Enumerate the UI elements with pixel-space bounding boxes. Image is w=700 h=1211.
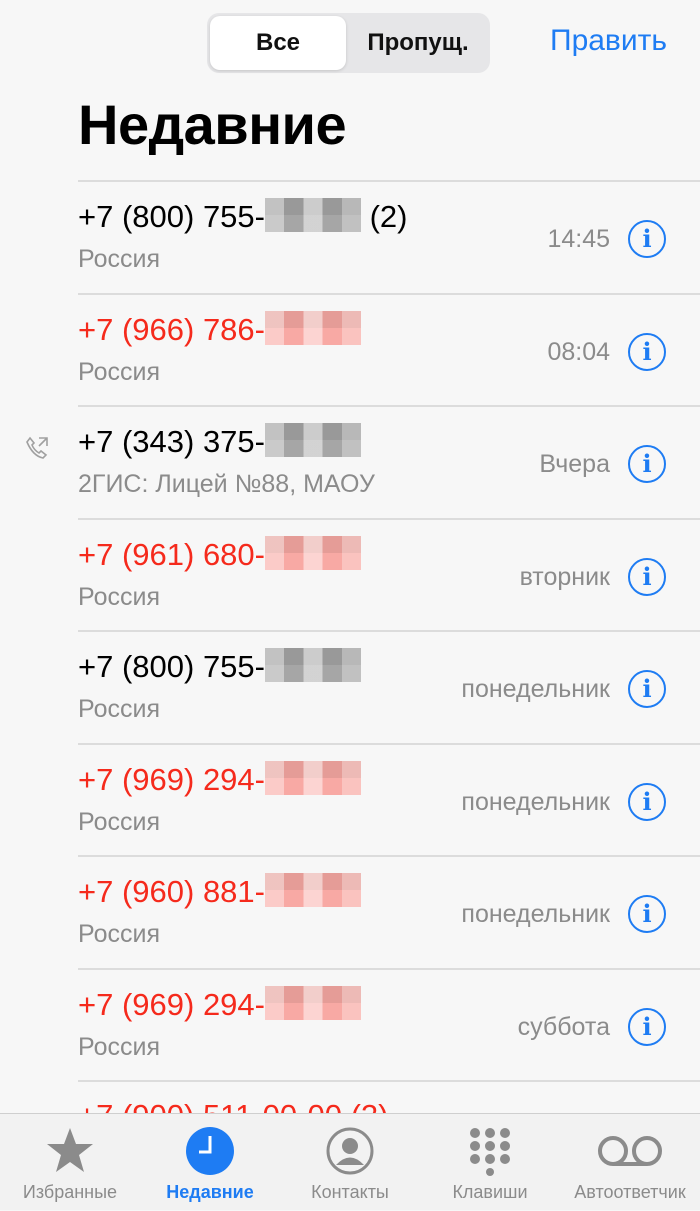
call-count: (2)	[369, 199, 408, 234]
table-row[interactable]: +7 (800) 755- (2) Россия 14:45 i	[0, 180, 700, 293]
outgoing-call-icon	[26, 436, 48, 459]
info-icon[interactable]: i	[628, 895, 666, 933]
table-row[interactable]: +7 (969) 294- Россия суббота i	[0, 967, 700, 1081]
call-sublabel: 2ГИС: Лицей №88, МАОУ	[78, 470, 375, 498]
call-number: +7 (966) 786-	[78, 310, 361, 348]
call-number: +7 (960) 881-	[78, 873, 361, 910]
info-icon[interactable]: i	[628, 220, 666, 258]
call-number: +7 (961) 680-	[78, 535, 361, 573]
call-time: понедельник	[461, 900, 610, 928]
info-icon[interactable]: i	[628, 557, 666, 596]
call-number-prefix: +7 (343) 375-	[78, 424, 265, 459]
call-time: 08:04	[547, 337, 610, 366]
table-row[interactable]: +7 (969) 294- Россия понедельник i	[0, 742, 700, 856]
call-number: +7 (800) 755-	[78, 648, 361, 685]
tab-contacts[interactable]: Контакты	[280, 1114, 420, 1211]
tab-favorites[interactable]: Избранные	[0, 1114, 140, 1211]
recents-list: +7 (800) 755- (2) Россия 14:45 i +7 (966) 78…	[0, 180, 700, 1120]
call-sublabel: Россия	[78, 1032, 160, 1061]
redacted-digits	[264, 648, 361, 682]
segment-all[interactable]: Все	[210, 16, 346, 70]
call-number-prefix: +7 (960) 881-	[78, 874, 265, 909]
call-time: понедельник	[461, 787, 610, 816]
tab-label: Клавиши	[452, 1182, 528, 1202]
info-icon[interactable]: i	[628, 445, 666, 483]
page-title: Недавние	[78, 93, 347, 156]
call-time: суббота	[517, 1012, 610, 1041]
tab-keypad[interactable]: Клавиши	[420, 1114, 560, 1211]
call-time: понедельник	[461, 675, 610, 703]
call-number-prefix: +7 (800) 755-	[78, 199, 265, 234]
redacted-digits	[264, 198, 361, 232]
call-time: Вчера	[539, 450, 610, 478]
call-number-prefix: +7 (966) 786-	[78, 311, 265, 347]
info-icon[interactable]: i	[628, 782, 666, 821]
redacted-digits	[264, 423, 361, 457]
contact-icon	[326, 1127, 374, 1175]
call-sublabel: Россия	[78, 695, 160, 723]
tab-label: Автоответчик	[574, 1182, 686, 1202]
call-sublabel: Россия	[78, 920, 160, 948]
table-row[interactable]: +7 (960) 881- Россия понедельник i	[0, 855, 700, 968]
call-sublabel: Россия	[78, 357, 160, 386]
keypad-icon	[470, 1128, 510, 1176]
call-number-prefix: +7 (961) 680-	[78, 536, 265, 572]
voicemail-icon	[598, 1136, 662, 1166]
call-number-prefix: +7 (969) 294-	[78, 986, 265, 1022]
redacted-digits	[264, 985, 361, 1020]
table-row[interactable]: +7 (343) 375- 2ГИС: Лицей №88, МАОУ Вчера i	[0, 405, 700, 518]
star-icon	[47, 1128, 93, 1172]
call-number: +7 (969) 294-	[78, 985, 361, 1023]
redacted-digits	[264, 873, 361, 907]
tab-label: Контакты	[311, 1182, 389, 1202]
call-time: 14:45	[547, 225, 610, 253]
top-bar: Все Пропущ. Править	[0, 0, 700, 90]
segment-missed[interactable]: Пропущ.	[349, 16, 487, 70]
call-sublabel: Россия	[78, 807, 160, 836]
call-number-prefix: +7 (969) 294-	[78, 761, 265, 797]
table-row[interactable]: +7 (966) 786- Россия 08:04 i	[0, 292, 700, 406]
table-row[interactable]: +7 (961) 680- Россия вторник i	[0, 517, 700, 631]
call-time: вторник	[519, 562, 610, 591]
redacted-digits	[264, 310, 361, 345]
redacted-digits	[264, 535, 361, 570]
filter-segmented-control: Все Пропущ.	[207, 13, 490, 73]
call-sublabel: Россия	[78, 245, 160, 273]
info-icon[interactable]: i	[628, 332, 666, 371]
call-number: +7 (969) 294-	[78, 760, 361, 798]
table-row[interactable]: +7 (800) 755- Россия понедельник i	[0, 630, 700, 743]
call-number: +7 (343) 375-	[78, 423, 361, 460]
edit-button[interactable]: Править	[550, 24, 667, 58]
call-number: +7 (800) 755- (2)	[78, 198, 408, 235]
tab-label: Недавние	[166, 1182, 254, 1202]
info-icon[interactable]: i	[628, 670, 666, 708]
tab-recents[interactable]: Недавние	[140, 1114, 280, 1211]
tab-label: Избранные	[22, 1182, 118, 1202]
clock-icon	[186, 1127, 234, 1175]
info-icon[interactable]: i	[628, 1007, 666, 1046]
call-number-prefix: +7 (800) 755-	[78, 649, 265, 684]
tab-voicemail[interactable]: Автоответчик	[560, 1114, 700, 1211]
tab-bar: Избранные Недавние Контакты Клавиши Авто…	[0, 1113, 700, 1210]
call-sublabel: Россия	[78, 582, 160, 611]
redacted-digits	[264, 760, 361, 795]
